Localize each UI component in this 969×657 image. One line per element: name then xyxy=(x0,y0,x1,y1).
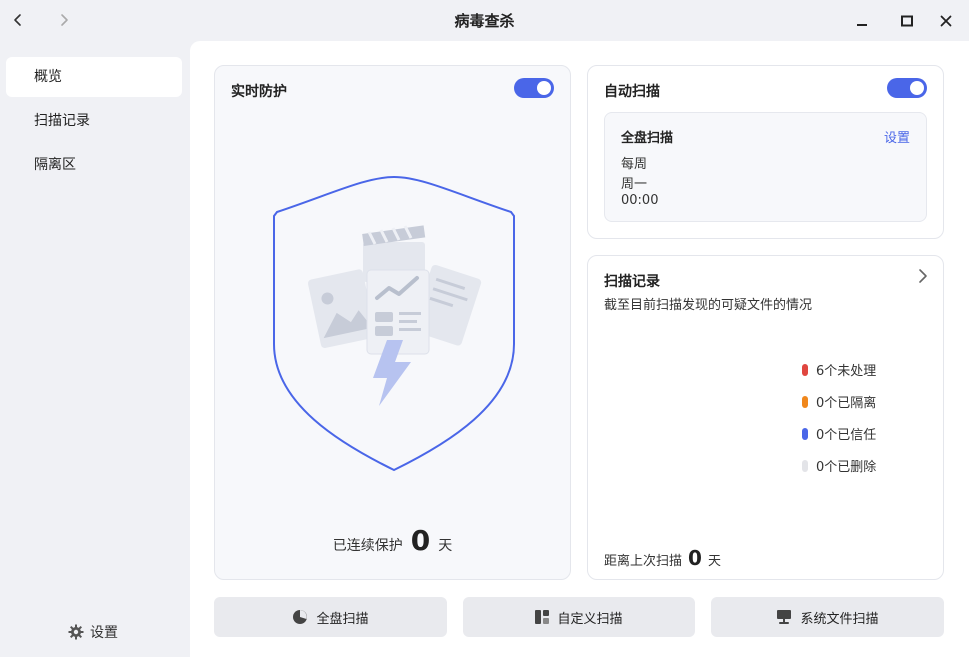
scan-records-card: 扫描记录 截至目前扫描发现的可疑文件的情况 6个未处理 0个已隔离 0个已信任 … xyxy=(587,255,944,580)
scan-day: 周一 xyxy=(621,177,648,192)
last-scan-prefix: 距离上次扫描 xyxy=(604,554,683,569)
minimize-button[interactable] xyxy=(851,10,873,32)
last-scan-line: 距离上次扫描 0 天 xyxy=(604,546,721,570)
scan-records-title: 扫描记录 xyxy=(604,274,660,290)
system-file-scan-label: 系统文件扫描 xyxy=(800,611,879,627)
sidebar-item-overview[interactable]: 概览 xyxy=(6,57,182,97)
last-scan-suffix: 天 xyxy=(707,554,721,569)
realtime-protection-card: 实时防护 已连续保护 0 天 xyxy=(214,65,571,580)
sidebar: 概览 扫描记录 隔离区 设置 xyxy=(0,41,190,657)
realtime-protection-title: 实时防护 xyxy=(231,84,287,100)
legend-dot-red xyxy=(802,363,808,376)
legend-label: 0个已信任 xyxy=(816,428,877,443)
shield-illustration xyxy=(271,174,517,474)
full-scan-button[interactable]: 全盘扫描 xyxy=(214,597,447,637)
window-title: 病毒查杀 xyxy=(454,12,515,30)
close-icon xyxy=(940,15,952,27)
legend-dot-orange xyxy=(802,395,808,408)
maximize-button[interactable] xyxy=(896,10,918,32)
sidebar-settings-label: 设置 xyxy=(90,625,118,641)
last-scan-days: 0 xyxy=(688,546,702,570)
pie-chart-icon xyxy=(293,610,308,624)
auto-scan-card: 自动扫描 全盘扫描 设置 每周 周一 00:00 xyxy=(587,65,944,239)
computer-icon xyxy=(777,610,792,624)
main-panel: 实时防护 已连续保护 0 天 自动扫描 全盘扫描 设置 每周 周一 00:00 … xyxy=(190,41,969,657)
scheduled-scan-title: 全盘扫描 xyxy=(621,131,674,146)
close-button[interactable] xyxy=(935,10,957,32)
chevron-right-icon xyxy=(919,269,927,283)
sidebar-item-quarantine[interactable]: 隔离区 xyxy=(6,145,182,185)
legend-trusted: 0个已信任 xyxy=(802,424,876,443)
protection-days-count: 0 xyxy=(410,524,431,557)
legend-label: 0个已删除 xyxy=(816,460,877,475)
legend-deleted: 0个已删除 xyxy=(802,456,876,475)
legend-unhandled: 6个未处理 xyxy=(802,360,876,379)
sidebar-item-scan-records[interactable]: 扫描记录 xyxy=(6,101,182,141)
title-bar: 病毒查杀 xyxy=(0,0,969,41)
scheduled-scan-settings-link[interactable]: 设置 xyxy=(884,127,910,146)
scan-time: 00:00 xyxy=(621,193,659,208)
legend-dot-gray xyxy=(802,459,808,472)
protection-days-line: 已连续保护 0 天 xyxy=(215,524,570,557)
protection-prefix: 已连续保护 xyxy=(332,538,403,554)
legend-quarantined: 0个已隔离 xyxy=(802,392,876,411)
legend-label: 0个已隔离 xyxy=(816,396,877,411)
custom-grid-icon xyxy=(535,610,550,624)
legend-dot-blue xyxy=(802,427,808,440)
minimize-icon xyxy=(857,24,867,26)
legend-label: 6个未处理 xyxy=(816,364,877,379)
sidebar-settings-button[interactable]: 设置 xyxy=(68,621,118,643)
auto-scan-toggle[interactable] xyxy=(887,78,927,98)
scheduled-scan-box: 全盘扫描 设置 每周 周一 00:00 xyxy=(604,112,927,222)
gear-icon xyxy=(68,624,84,640)
custom-scan-label: 自定义扫描 xyxy=(557,611,623,627)
scan-records-open-button[interactable] xyxy=(915,268,931,284)
system-file-scan-button[interactable]: 系统文件扫描 xyxy=(711,597,944,637)
scan-frequency: 每周 xyxy=(621,157,648,172)
scan-records-subtitle: 截至目前扫描发现的可疑文件的情况 xyxy=(604,298,813,313)
custom-scan-button[interactable]: 自定义扫描 xyxy=(463,597,695,637)
realtime-protection-toggle[interactable] xyxy=(514,78,554,98)
maximize-icon xyxy=(901,15,913,27)
protection-suffix: 天 xyxy=(438,538,453,554)
full-scan-label: 全盘扫描 xyxy=(316,611,369,627)
auto-scan-title: 自动扫描 xyxy=(604,84,660,100)
